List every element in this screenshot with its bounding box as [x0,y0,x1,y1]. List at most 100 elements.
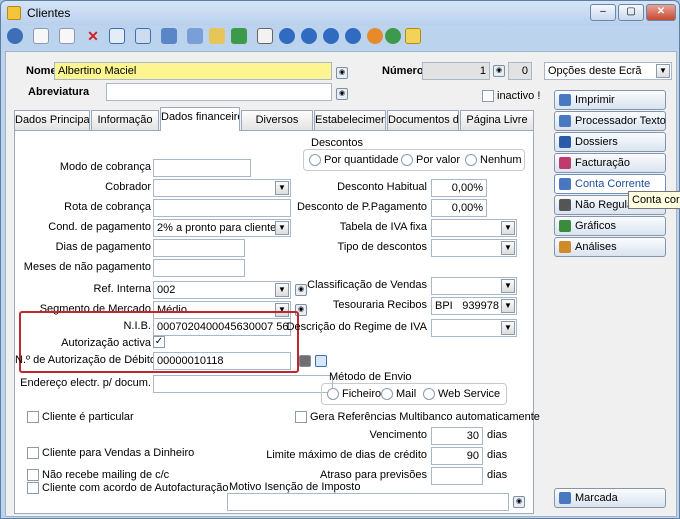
processador-texto-button[interactable]: Processador Texto [554,111,666,131]
abreviatura-input[interactable] [106,83,332,101]
vencimento-input[interactable]: 30 [431,427,483,445]
mail-radio[interactable] [381,388,393,400]
cliente-particular-checkbox[interactable] [27,411,39,423]
motivo-isencao-lookup-icon[interactable]: ◉ [513,496,525,508]
tesouraria-recibos-select[interactable]: BPI 939978 ▼ [431,297,517,315]
desconto-habitual-input[interactable]: 0,00% [431,179,487,197]
limite-credito-input[interactable]: 90 [431,447,483,465]
undo-icon[interactable] [367,28,383,44]
ref-interna-select[interactable]: 002 ▼ [153,281,291,299]
refresh-icon[interactable] [385,28,401,44]
desconto-ppagamento-input[interactable]: 0,00% [431,199,487,217]
nenhum-radio[interactable] [465,154,477,166]
graficos-button[interactable]: Gráficos [554,216,666,236]
n-autorizacao-debito-input[interactable]: 00000010118 [153,352,291,370]
tab-informacao[interactable]: Informação [91,110,159,130]
app-icon [7,6,21,20]
folder-icon[interactable] [161,28,177,44]
ficheiro-radio[interactable] [327,388,339,400]
gera-multibanco-checkbox[interactable] [295,411,307,423]
edit-icon[interactable] [109,28,125,44]
descricao-regime-iva-select[interactable]: ▼ [431,319,517,337]
rota-cobranca-label: Rota de cobrança [64,201,151,213]
por-valor-radio[interactable] [401,154,413,166]
imprimir-button[interactable]: Imprimir [554,90,666,110]
nome-input[interactable]: Albertino Maciel [54,62,332,80]
facturacao-button[interactable]: Facturação [554,153,666,173]
acordo-autofacturacao-checkbox[interactable] [27,482,39,494]
grid-icon[interactable] [135,28,151,44]
nao-mailing-label: Não recebe mailing de c/c [42,469,170,481]
mail-icon[interactable] [209,28,225,44]
first-record-icon[interactable] [279,28,295,44]
calculator-icon[interactable] [299,355,311,367]
chevron-down-icon[interactable]: ▼ [501,279,515,293]
next-record-icon[interactable] [323,28,339,44]
note-icon[interactable] [405,28,421,44]
marcada-button[interactable]: Marcada [554,488,666,508]
nome-lookup-icon[interactable]: ◉ [336,67,348,79]
delete-icon[interactable]: ✕ [85,28,101,44]
inactivo-label: inactivo ! [497,90,541,102]
endereco-electr-label: Endereço electr. p/ docum. [20,377,151,389]
vendas-dinheiro-checkbox[interactable] [27,447,39,459]
ref-interna-label: Ref. Interna [93,283,151,295]
window-title: Clientes [27,6,71,20]
autorizacao-activa-checkbox[interactable]: ✓ [153,336,165,348]
tab-pagina-livre[interactable]: Página Livre [460,110,534,130]
chevron-down-icon[interactable]: ▼ [501,321,515,335]
tab-diversos[interactable]: Diversos [241,110,313,130]
export-icon[interactable] [231,28,247,44]
marker-icon [559,492,571,504]
atraso-previsoes-input[interactable] [431,467,483,485]
close-button[interactable]: ✕ [646,4,676,21]
tabela-iva-label: Tabela de IVA fixa [339,221,427,233]
endereco-electr-input[interactable] [153,375,333,393]
previous-record-icon[interactable] [301,28,317,44]
tab-dados-principais[interactable]: Dados Principais [14,110,90,130]
dossiers-button[interactable]: Dossiers [554,132,666,152]
motivo-isencao-input[interactable] [227,493,509,511]
chevron-down-icon[interactable]: ▼ [501,241,515,255]
last-record-icon[interactable] [345,28,361,44]
metodo-envio-title: Método de Envio [329,371,412,383]
chevron-down-icon[interactable]: ▼ [656,64,670,78]
tab-dados-financeiro[interactable]: Dados financeiro [160,107,240,131]
copy-icon[interactable] [59,28,75,44]
tab-estabelecimentos[interactable]: Estabelecimentos [314,110,386,130]
nib-input[interactable]: 0007020400045630007 56 [153,318,291,336]
modo-cobranca-input[interactable] [153,159,251,177]
numero-lookup-icon[interactable]: ◉ [493,65,505,77]
numero-sub-input[interactable]: 0 [508,62,532,80]
abreviatura-lookup-icon[interactable]: ◉ [336,88,348,100]
tipo-descontos-select[interactable]: ▼ [431,239,517,257]
print-icon[interactable] [187,28,203,44]
cond-pagamento-label: Cond. de pagamento [48,221,151,233]
analises-button[interactable]: Análises [554,237,666,257]
numero-input[interactable]: 1 [422,62,490,80]
maximize-button[interactable]: ▢ [618,4,644,21]
tesouraria-account: 939978 [462,300,499,312]
cobrador-select[interactable]: ▼ [153,179,291,197]
cond-pagamento-select[interactable]: 2% a pronto para clientes ▼ [153,219,291,237]
vencimento-unit: dias [487,429,508,441]
chevron-down-icon[interactable]: ▼ [501,299,515,313]
dias-pagamento-input[interactable] [153,239,245,257]
options-select[interactable]: Opções deste Ecrã ▼ [544,62,672,80]
preview-icon[interactable] [257,28,273,44]
web-service-radio[interactable] [423,388,435,400]
chevron-down-icon[interactable]: ▼ [501,221,515,235]
classificacao-vendas-select[interactable]: ▼ [431,277,517,295]
meses-nao-pagamento-input[interactable] [153,259,245,277]
table-icon[interactable] [315,355,327,367]
inactivo-checkbox[interactable] [482,90,494,102]
ficheiro-label: Ficheiro [342,388,382,400]
search-icon[interactable] [7,28,23,44]
nao-mailing-checkbox[interactable] [27,469,39,481]
tab-documentos[interactable]: Documentos de [387,110,459,130]
rota-cobranca-input[interactable] [153,199,291,217]
tabela-iva-select[interactable]: ▼ [431,219,517,237]
new-document-icon[interactable] [33,28,49,44]
por-quantidade-radio[interactable] [309,154,321,166]
minimize-button[interactable]: – [590,4,616,21]
